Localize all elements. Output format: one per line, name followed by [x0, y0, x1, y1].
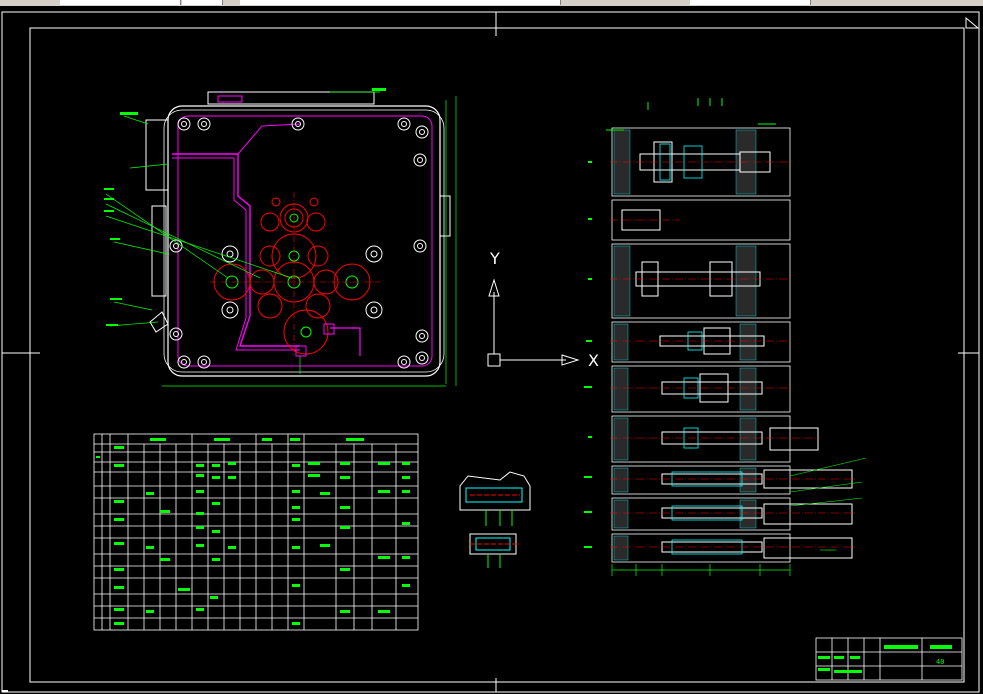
sheet-inner-frame [29, 27, 965, 683]
title-block-sheet-label: 40 [936, 658, 944, 666]
ucs-icon [487, 278, 580, 367]
toolbar-field[interactable] [60, 0, 181, 5]
detail-view-lower[interactable] [469, 533, 518, 568]
command-cursor [2, 690, 8, 692]
gearbox-plan-view[interactable] [104, 88, 457, 387]
ucs-y-label: Y [489, 249, 500, 268]
data-table-cell-marks [96, 438, 410, 625]
centering-marks [2, 12, 979, 692]
cad-drawing-canvas[interactable]: Y X 40 [0, 6, 983, 694]
title-block-text-marks [818, 645, 952, 673]
orientation-triangle [965, 16, 980, 29]
ucs-x-label: X [588, 351, 599, 370]
sheet-outer-frame [1, 11, 980, 693]
toolbar-field[interactable] [690, 0, 811, 5]
toolbar-field[interactable] [240, 0, 561, 5]
shaft-section-stack[interactable] [584, 98, 867, 576]
toolbar-field[interactable] [182, 0, 223, 5]
detail-view-upper[interactable] [459, 471, 531, 526]
data-table[interactable] [93, 433, 419, 631]
